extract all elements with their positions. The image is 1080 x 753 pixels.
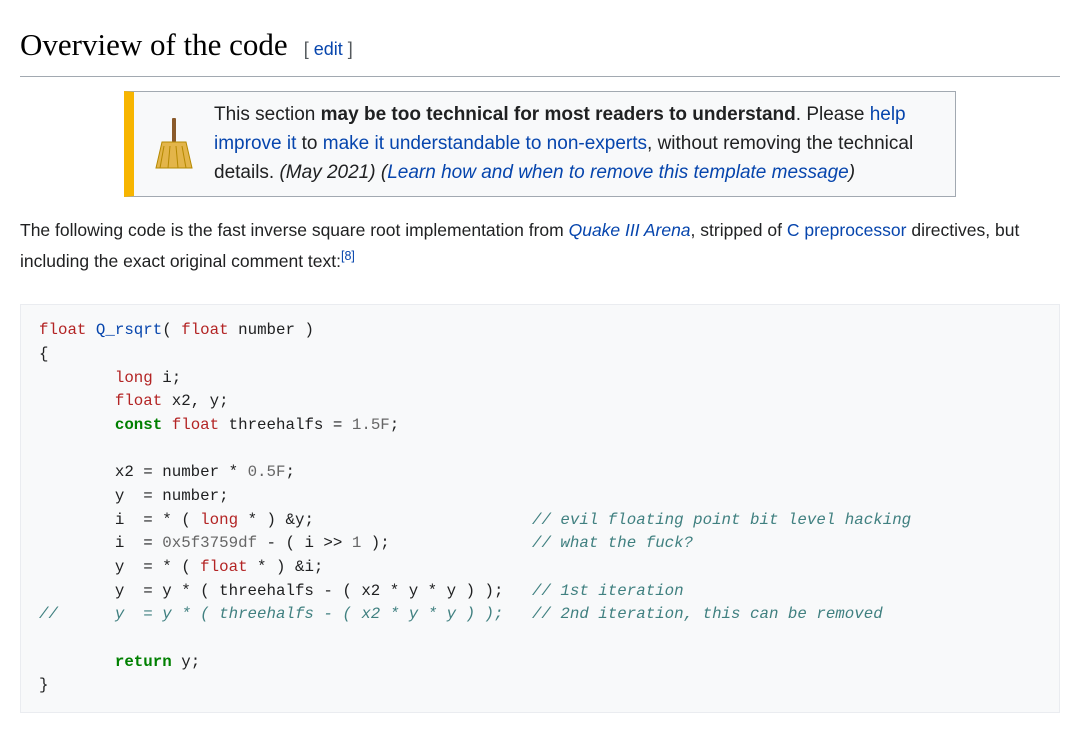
citation-8[interactable]: [8] <box>341 249 355 263</box>
section-header: Overview of the code [ edit ] <box>20 20 1060 77</box>
edit-section: [ edit ] <box>304 35 353 64</box>
code-block: float Q_rsqrt( float number ) { long i; … <box>20 304 1060 713</box>
section-heading: Overview of the code <box>20 20 288 70</box>
c-preprocessor-link[interactable]: C preprocessor <box>787 220 907 240</box>
ambox-text: This section may be too technical for mo… <box>214 100 939 188</box>
learn-how-link[interactable]: Learn how and when to remove this templa… <box>387 162 849 183</box>
edit-link[interactable]: edit <box>314 39 343 59</box>
technical-ambox: This section may be too technical for mo… <box>124 91 956 197</box>
broom-icon <box>142 118 214 170</box>
quake-link[interactable]: Quake III Arena <box>569 220 691 240</box>
non-experts-link[interactable]: make it understandable to non-experts <box>323 133 647 154</box>
intro-paragraph: The following code is the fast inverse s… <box>20 215 1060 276</box>
